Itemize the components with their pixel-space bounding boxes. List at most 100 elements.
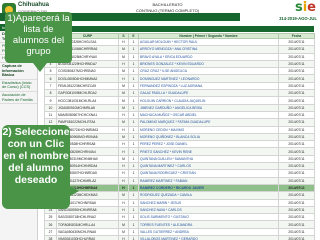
student-name[interactable]: CRUZ CRUZ * ILSE ANGELICA [140,69,187,73]
student-name-link[interactable]: SOLIS SARMIENTO * GUSTAVO [138,213,279,222]
date-cell: 2014/07/11 [278,118,315,127]
table-row[interactable]: 27 VAGA080430MCHLRNA6 M 1 VALLES GUTIERREZ *… [44,227,315,237]
sidebar-item[interactable]: Captura de Información Básica [0,63,37,80]
table-row[interactable]: 8 GAPG081009MCHLRDA2 M 1 GALAZ PADILLA * GUA… [44,89,315,98]
student-name-link[interactable]: CRUZ CRUZ * ILSE ANGELICA [138,67,279,76]
table-row[interactable]: 7 FEML081223MCHRZCA9 M 1 FERNANDEZ ESPINOZA … [44,81,315,91]
student-name[interactable]: BRAVO AYALA * ERICA EDUARDO [140,55,192,59]
group-label: 3-A [44,26,314,32]
student-name-link[interactable]: QUINTANA GUILLEN * SAMANTHA [138,154,279,164]
student-name[interactable]: QUINTANA MARTINEZ * CARLOS [140,164,191,168]
table-row[interactable]: 23SAMJ081017HCHNRSA6H1SANCHEZ MARIN * JE… [44,198,315,207]
table-row[interactable]: 19QURA080807HCHNRDA5H1QUINTANA RODRIGUEZ… [44,169,315,178]
status-cell: 1 [128,67,139,76]
student-name[interactable]: SOLIS SARMIENTO * GUSTAVO [140,215,189,219]
table-row[interactable]: 9 HOCC081031MCHLRLA4 M 1 HOLGUIN CARRION * C… [44,96,315,105]
student-name-link[interactable]: PEREZ PEREZ * JOSE DANIEL [138,140,279,149]
student-name[interactable]: PALOMINO MARQUEZ * FATIMA GUADALUPE [140,120,210,124]
table-row[interactable]: 17QUGS080319MCHNMHA0M1QUINTANA GUILLEN *… [44,154,315,164]
student-name[interactable]: QUINTANA RODRIGUEZ * CRISTIAN [140,171,196,175]
student-name-link[interactable]: BRIONES GONZALEZ * KEVIN EDUARDO [138,59,279,69]
row-number: 28 [44,234,57,240]
student-name-link[interactable]: HOLGUIN CARRION * CLAUDIA JAQUELIN [138,96,279,105]
sex-cell: H [118,169,129,178]
student-name-link[interactable]: QUINTANA RODRIGUEZ * CRISTIAN [138,169,279,178]
student-name-link[interactable]: JIMENEZ GARDUÑO * ANGELICA BRISA [138,103,279,112]
student-name[interactable]: GALAZ PADILLA * GUADALUPE [140,91,188,95]
student-name-link[interactable]: MORENO QUIÑONEZ * BLANCA SOLIA [138,132,279,142]
table-row[interactable]: 20RAMF081127HCHMRLA2H1RAMIREZ MARTINEZ *… [44,176,315,185]
table-row[interactable]: 25 SASG080718HCHLRNA2 H 1 SOLIS SARMIENTO * … [44,213,315,222]
table-row[interactable]: 1AGHM080328HCHGLSA1H1AGUILAR MOLGUIN * H… [44,37,315,47]
student-name[interactable]: MORENO QUIÑONEZ * BLANCA SOLIA [140,135,200,139]
student-name-link[interactable]: RAMIREZ CORDERO * RICARDO JAVIER [138,183,279,193]
table-row[interactable]: 21RACR081210HCHMRDA6H1RAMIREZ CORDERO * … [44,183,315,193]
student-name[interactable]: BRIONES GONZALEZ * KEVIN EDUARDO [140,62,204,66]
table-row[interactable]: 26 TOFA080831MCHRLLA4 M 1 TORRES FUENTES * A… [44,220,315,229]
student-name[interactable]: SANCHEZ MARIN * JESUS [140,201,181,205]
student-name[interactable]: MACHUCA MUÑOZ * OSCAR ABDIEL [140,113,197,117]
student-name-link[interactable]: PALOMINO MARQUEZ * FATIMA GUADALUPE [138,118,279,127]
table-row[interactable]: 10 JIGA080910MCHMRLA8 M 1 JIMENEZ GARDUÑO * … [44,103,315,112]
student-name-link[interactable]: GALAZ PADILLA * GUADALUPE [138,89,279,98]
table-row[interactable]: 28 VIMG081030HCHLRRA0 H 1 VILLALOBOS MARTINE… [44,234,315,240]
student-name-link[interactable]: MACHUCA MUÑOZ * OSCAR ABDIEL [138,110,279,120]
student-name[interactable]: FERNANDEZ ESPINOZA * LUZ ADRIANA [140,84,202,88]
student-name-link[interactable]: DOMINGUEZ MARTINEZ * LEONARDO [138,74,279,83]
sex-cell: M [118,81,129,91]
student-name-link[interactable]: RAMIREZ MARTINEZ * FABIAN [138,176,279,185]
table-row[interactable]: 12 PAMF081022MCHLRTA4 M 1 PALOMINO MARQUEZ *… [44,118,315,127]
sidebar-item[interactable]: Asociación de Padres de Familia [0,92,37,105]
table-row[interactable]: 15PEPJ080528HCHRRSA8H1PEREZ PEREZ * JOSE… [44,140,315,149]
student-name[interactable]: PRIETO SANCHEZ * KEVIN RENE [140,150,192,154]
table-row[interactable]: 24 SANC080930HCHNRRA8 H 1 SANCHEZ NAVA * CAR… [44,205,315,215]
table-row[interactable]: 14MOQB080908MCHRXNA6M1MORENO QUIÑONEZ * … [44,132,315,142]
table-row[interactable]: 6 DOGL080504HCHMMNA2 H 1 DOMINGUEZ MARTINEZ … [44,74,315,83]
table-row[interactable]: 5 COIS080427MCHRSNA0 M 1 CRUZ CRUZ * ILSE AN… [44,67,315,76]
student-name-link[interactable]: VALLES GUTIERREZ * ANDREA [138,227,279,237]
student-name-link[interactable]: SANCHEZ NAVA * CARLOS [138,205,279,215]
student-name-link[interactable]: MORENO CEDON * MAXIMO [138,125,279,134]
student-name[interactable]: QUINTANA GUILLEN * SAMANTHA [140,157,193,161]
student-name-link[interactable]: VILLALOBOS MARTINEZ * GERARDO [138,234,279,240]
student-name[interactable]: ARROYO MENDOZA * ANA CRISTINA [140,47,197,51]
sex-cell: H [118,125,129,134]
student-name[interactable]: RAMIREZ MARTINEZ * FABIAN [140,179,187,183]
status-cell: 1 [128,81,139,91]
student-name[interactable]: RAMIREZ CORDERO * RICARDO JAVIER [140,186,204,190]
student-name[interactable]: VALLES GUTIERREZ * ANDREA [140,230,189,234]
table-row[interactable]: 18QUMC080914HCHNRDA4H1QUINTANA MARTINEZ … [44,162,315,171]
student-name-link[interactable]: TORRES FUENTES * ALEJANDRA [138,220,279,229]
row-number: 26 [44,220,57,229]
row-number: 9 [44,96,57,105]
student-name-link[interactable]: RODRIGUEZ QUEZADA * CAMILA [138,191,279,200]
student-name-link[interactable]: SANCHEZ MARIN * JESUS [138,198,279,207]
student-name[interactable]: PEREZ PEREZ * JOSE DANIEL [140,142,187,146]
table-row[interactable]: 4 BOGE081229HCHRNDA7 H 1 BRIONES GONZALEZ * … [44,59,315,69]
date-cell: 2014/07/11 [278,176,315,185]
date-cell: 2014/07/11 [278,220,315,229]
student-name[interactable]: SANCHEZ NAVA * CARLOS [140,208,182,212]
student-name[interactable]: MORENO CEDON * MAXIMO [140,128,184,132]
student-name[interactable]: DOMINGUEZ MARTINEZ * LEONARDO [140,77,199,81]
sidebar-item[interactable]: Estadística (inicio de Curso) (CCS) [0,80,37,92]
table-row[interactable]: 16PXSK080828HCHRNVA4H1PRIETO SANCHEZ * K… [44,147,315,156]
table-row[interactable]: 11 MAMD080607HCHCXNA1 H 1 MACHUCA MUÑOZ * OS… [44,110,315,120]
table-row[interactable]: 13MOCM080724HCHNRMA3H1MORENO CEDON * MAX… [44,125,315,134]
sex-cell: M [118,67,129,76]
student-name[interactable]: HOLGUIN CARRION * CLAUDIA JAQUELIN [140,99,205,103]
student-name-link[interactable]: FERNANDEZ ESPINOZA * LUZ ADRIANA [138,81,279,91]
status-cell: 1 [128,147,139,156]
student-name-link[interactable]: QUINTANA MARTINEZ * CARLOS [138,162,279,171]
student-name[interactable]: TORRES FUENTES * ALEJANDRA [140,223,192,227]
student-name-link[interactable]: ARROYO MENDOZA * ANA CRISTINA [138,45,279,54]
table-row[interactable]: 2AOMR081106MCHRRRA6M1ARROYO MENDOZA * AN… [44,45,315,54]
student-name-link[interactable]: AGUILAR MOLGUIN * HECTOR RAUL [138,37,279,47]
table-row[interactable]: 22ROQC081123MCHDXMA3M1RODRIGUEZ QUEZADA … [44,191,315,200]
student-name[interactable]: RODRIGUEZ QUEZADA * CAMILA [140,193,192,197]
table-row[interactable]: 3BAMD081028MCHRYNA0M1BRAVO AYALA * ERICA… [44,52,315,61]
student-name-link[interactable]: BRAVO AYALA * ERICA EDUARDO [138,52,279,61]
student-name[interactable]: JIMENEZ GARDUÑO * ANGELICA BRISA [140,106,202,110]
student-name[interactable]: AGUILAR MOLGUIN * HECTOR RAUL [140,40,197,44]
student-name-link[interactable]: PRIETO SANCHEZ * KEVIN RENE [138,147,279,156]
